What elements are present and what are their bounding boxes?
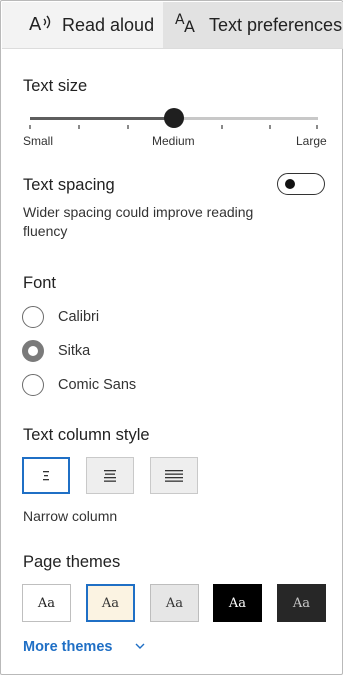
theme-swatch-text: Aa	[101, 595, 120, 611]
theme-swatch-text: Aa	[37, 595, 56, 611]
medium-column-icon	[104, 469, 116, 482]
column-style-selected-label: Narrow column	[23, 508, 118, 524]
slider-tick	[29, 125, 31, 129]
text-preferences-icon: A A	[175, 10, 209, 41]
text-spacing-title: Text spacing	[23, 176, 115, 194]
immersive-reader-panel: A Read aloud A A Text preferences Text s…	[0, 0, 343, 675]
theme-swatch-text: Aa	[228, 595, 247, 611]
column-narrow-button[interactable]	[22, 457, 70, 494]
theme-swatch-dark-gray[interactable]: Aa	[277, 584, 326, 622]
font-option-label: Sitka	[58, 343, 91, 359]
svg-text:A: A	[184, 17, 195, 36]
text-size-min-label: Small	[23, 134, 54, 148]
chevron-down-icon[interactable]	[134, 640, 146, 652]
text-spacing-description-line2: fluency	[23, 223, 68, 239]
radio-button-selected[interactable]	[22, 340, 44, 362]
tab-text-preferences-label: Text preferences	[209, 14, 343, 35]
tab-bar: A Read aloud A A Text preferences	[2, 2, 343, 49]
theme-swatch-black[interactable]: Aa	[213, 584, 262, 622]
theme-swatch-gray[interactable]: Aa	[150, 584, 199, 622]
tab-read-aloud-label: Read aloud	[62, 14, 155, 35]
radio-button[interactable]	[22, 374, 44, 396]
column-wide-button[interactable]	[150, 457, 198, 494]
tab-read-aloud[interactable]: A Read aloud	[28, 2, 154, 48]
narrow-column-icon	[43, 470, 49, 480]
text-spacing-description-line1: Wider spacing could improve reading	[23, 204, 254, 220]
slider-tick	[269, 125, 271, 129]
slider-tick	[316, 125, 318, 129]
font-option-label: Comic Sans	[58, 377, 137, 393]
theme-swatch-white[interactable]: Aa	[22, 584, 71, 622]
text-size-max-label: Large	[296, 134, 327, 148]
font-option-label: Calibri	[58, 309, 100, 325]
svg-text:A: A	[29, 14, 42, 35]
text-spacing-toggle[interactable]	[277, 173, 325, 195]
font-title: Font	[23, 274, 57, 292]
more-themes-link[interactable]: More themes	[23, 639, 112, 655]
theme-swatch-text: Aa	[292, 595, 311, 611]
read-aloud-icon: A	[28, 10, 62, 41]
wide-column-icon	[165, 469, 183, 482]
slider-tick	[78, 125, 80, 129]
theme-swatch-cream[interactable]: Aa	[86, 584, 135, 622]
font-option-comic-sans[interactable]: Comic Sans	[22, 372, 136, 398]
column-medium-button[interactable]	[86, 457, 134, 494]
text-size-slider-thumb[interactable]	[164, 108, 184, 128]
column-style-title: Text column style	[23, 426, 150, 444]
slider-tick	[127, 125, 129, 129]
text-size-mid-label: Medium	[152, 134, 195, 148]
text-size-title: Text size	[23, 77, 88, 95]
radio-button[interactable]	[22, 306, 44, 328]
page-themes-title: Page themes	[23, 553, 121, 571]
tab-text-preferences[interactable]: A A Text preferences	[163, 2, 343, 48]
font-option-calibri[interactable]: Calibri	[22, 304, 99, 330]
text-size-slider-fill	[30, 117, 174, 120]
toggle-knob	[285, 179, 295, 189]
slider-tick	[221, 125, 223, 129]
font-option-sitka[interactable]: Sitka	[22, 338, 90, 364]
theme-swatch-text: Aa	[165, 595, 184, 611]
